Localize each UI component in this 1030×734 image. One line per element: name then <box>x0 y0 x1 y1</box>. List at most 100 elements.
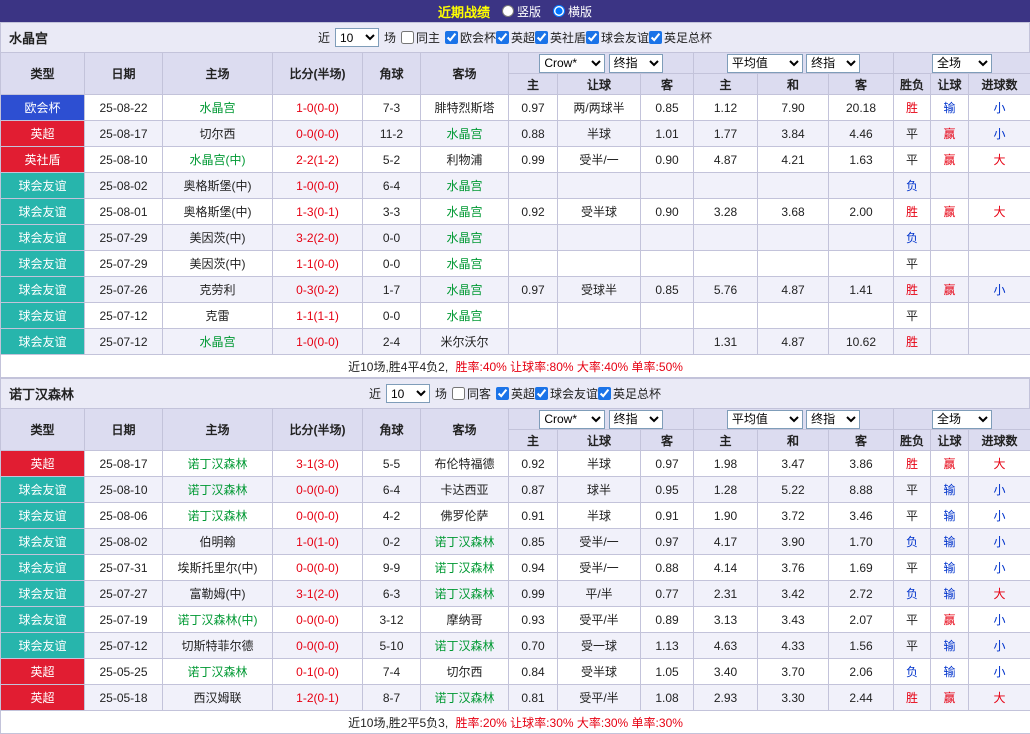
away-team[interactable]: 佛罗伦萨 <box>421 503 509 529</box>
away-team[interactable]: 利物浦 <box>421 147 509 173</box>
asian-away-odds: 1.05 <box>641 659 694 685</box>
vertical-view-radio[interactable] <box>502 5 514 17</box>
home-team[interactable]: 诺丁汉森林 <box>163 659 273 685</box>
euro-odds-time-select[interactable]: 终指 <box>806 54 860 73</box>
same-venue-checkbox[interactable] <box>452 387 465 400</box>
away-team[interactable]: 诺丁汉森林 <box>421 581 509 607</box>
home-team[interactable]: 水晶宫 <box>163 95 273 121</box>
home-team[interactable]: 埃斯托里尔(中) <box>163 555 273 581</box>
euro-away-odds: 20.18 <box>829 95 894 121</box>
euro-odds-source-select[interactable]: 平均值 <box>727 410 803 429</box>
view-option-vertical[interactable]: 竖版 <box>502 3 541 20</box>
home-team[interactable]: 奥格斯堡(中) <box>163 199 273 225</box>
recent-games-select[interactable]: 10 <box>386 384 430 403</box>
away-team[interactable]: 水晶宫 <box>421 303 509 329</box>
away-team[interactable]: 切尔西 <box>421 659 509 685</box>
competition-checkbox[interactable] <box>445 31 458 44</box>
result-cell: 胜 <box>894 451 931 477</box>
asian-handicap: 半球 <box>558 503 641 529</box>
home-team[interactable]: 诺丁汉森林(中) <box>163 607 273 633</box>
asian-away-odds: 0.85 <box>641 95 694 121</box>
away-team[interactable]: 水晶宫 <box>421 199 509 225</box>
match-scope-select[interactable]: 全场 <box>932 410 992 429</box>
home-team[interactable]: 诺丁汉森林 <box>163 503 273 529</box>
euro-draw-odds: 4.87 <box>758 277 829 303</box>
corners: 8-7 <box>363 685 421 711</box>
same-venue-checkbox[interactable] <box>401 31 414 44</box>
away-team[interactable]: 诺丁汉森林 <box>421 529 509 555</box>
away-team[interactable]: 米尔沃尔 <box>421 329 509 355</box>
home-team[interactable]: 西汉姆联 <box>163 685 273 711</box>
asian-away-odds: 1.08 <box>641 685 694 711</box>
asian-odds-source-select[interactable]: Crow* <box>539 54 605 73</box>
home-team[interactable]: 水晶宫 <box>163 329 273 355</box>
view-option-horizontal[interactable]: 横版 <box>553 3 592 20</box>
asian-odds-time-select[interactable]: 终指 <box>609 54 663 73</box>
away-team[interactable]: 腓特烈斯塔 <box>421 95 509 121</box>
competition-checkbox[interactable] <box>586 31 599 44</box>
competition-filter[interactable]: 球会友谊 <box>586 29 649 46</box>
asian-odds-time-select[interactable]: 终指 <box>609 410 663 429</box>
asian-home-odds: 0.70 <box>509 633 558 659</box>
competition-checkbox[interactable] <box>535 387 548 400</box>
competition-filter[interactable]: 英超 <box>496 385 535 402</box>
competition-badge: 球会友谊 <box>1 199 85 225</box>
home-team[interactable]: 美因茨(中) <box>163 251 273 277</box>
asian-odds-source-select[interactable]: Crow* <box>539 410 605 429</box>
same-venue-filter[interactable]: 同主 <box>401 29 440 46</box>
horizontal-view-radio[interactable] <box>553 5 565 17</box>
competition-filter[interactable]: 英足总杯 <box>598 385 661 402</box>
away-team[interactable]: 水晶宫 <box>421 277 509 303</box>
competition-checkbox[interactable] <box>535 31 548 44</box>
match-scope-select[interactable]: 全场 <box>932 54 992 73</box>
home-team[interactable]: 奥格斯堡(中) <box>163 173 273 199</box>
home-team[interactable]: 诺丁汉森林 <box>163 477 273 503</box>
recent-games-select[interactable]: 10 <box>335 28 379 47</box>
euro-odds-source-select[interactable]: 平均值 <box>727 54 803 73</box>
competition-checkbox[interactable] <box>598 387 611 400</box>
competition-filter[interactable]: 英足总杯 <box>649 29 712 46</box>
asian-home-odds <box>509 303 558 329</box>
euro-away-odds: 2.06 <box>829 659 894 685</box>
competition-filter[interactable]: 英超 <box>496 29 535 46</box>
col-home: 主场 <box>163 409 273 451</box>
away-team[interactable]: 卡达西亚 <box>421 477 509 503</box>
home-team[interactable]: 克劳利 <box>163 277 273 303</box>
euro-draw-odds <box>758 303 829 329</box>
col-asian-handicap: 让球 <box>558 430 641 451</box>
away-team[interactable]: 布伦特福德 <box>421 451 509 477</box>
asian-away-odds: 0.95 <box>641 477 694 503</box>
home-team[interactable]: 伯明翰 <box>163 529 273 555</box>
away-team[interactable]: 水晶宫 <box>421 225 509 251</box>
asian-home-odds: 0.84 <box>509 659 558 685</box>
handicap-result-cell: 赢 <box>931 121 969 147</box>
away-team[interactable]: 水晶宫 <box>421 121 509 147</box>
away-team[interactable]: 诺丁汉森林 <box>421 555 509 581</box>
competition-filter[interactable]: 球会友谊 <box>535 385 598 402</box>
competition-filter[interactable]: 英社盾 <box>535 29 586 46</box>
away-team[interactable]: 诺丁汉森林 <box>421 633 509 659</box>
match-score: 1-0(0-0) <box>273 95 363 121</box>
home-team[interactable]: 克雷 <box>163 303 273 329</box>
away-team[interactable]: 水晶宫 <box>421 173 509 199</box>
competition-checkbox[interactable] <box>496 31 509 44</box>
asian-away-odds <box>641 329 694 355</box>
away-team[interactable]: 水晶宫 <box>421 251 509 277</box>
competition-checkbox[interactable] <box>649 31 662 44</box>
home-team[interactable]: 水晶宫(中) <box>163 147 273 173</box>
home-team[interactable]: 切斯特菲尔德 <box>163 633 273 659</box>
away-team[interactable]: 摩纳哥 <box>421 607 509 633</box>
home-team[interactable]: 切尔西 <box>163 121 273 147</box>
competition-checkbox[interactable] <box>496 387 509 400</box>
euro-odds-time-select[interactable]: 终指 <box>806 410 860 429</box>
same-venue-filter[interactable]: 同客 <box>452 385 491 402</box>
away-team[interactable]: 诺丁汉森林 <box>421 685 509 711</box>
home-team[interactable]: 富勒姆(中) <box>163 581 273 607</box>
home-team[interactable]: 美因茨(中) <box>163 225 273 251</box>
competition-filters: 英超球会友谊英足总杯 <box>496 385 661 403</box>
match-row: 英社盾25-08-10水晶宫(中)2-2(1-2)5-2利物浦0.99受半/一0… <box>1 147 1030 173</box>
asian-handicap: 平/半 <box>558 581 641 607</box>
table-header-row-top: 类型 日期 主场 比分(半场) 角球 客场 Crow* 终指 <box>1 53 1030 74</box>
competition-filter[interactable]: 欧会杯 <box>445 29 496 46</box>
home-team[interactable]: 诺丁汉森林 <box>163 451 273 477</box>
